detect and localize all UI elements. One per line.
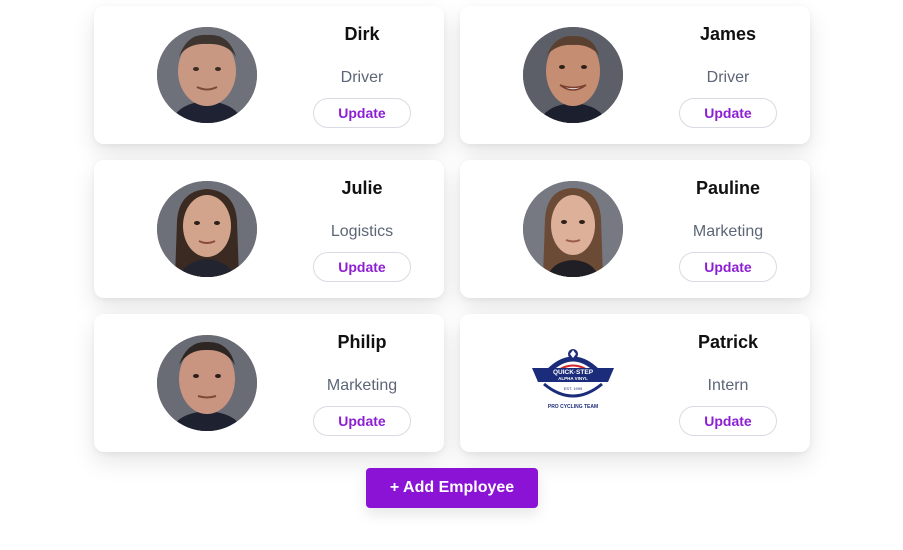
logo-text-est: EST. 1999: [564, 386, 583, 391]
add-employee-button[interactable]: + Add Employee: [366, 468, 538, 508]
employee-card-dirk: Dirk Driver Update: [94, 6, 444, 144]
employee-grid: Dirk Driver Update James Driver Update J…: [94, 6, 810, 452]
employee-info: Julie Logistics Update: [309, 160, 415, 298]
employee-card-philip: Philip Marketing Update: [94, 314, 444, 452]
employee-card-pauline: Pauline Marketing Update: [460, 160, 810, 298]
logo-text-sub: ALPHA VINYL: [558, 376, 588, 381]
update-button[interactable]: Update: [679, 406, 777, 436]
employee-name: Pauline: [695, 178, 761, 198]
employee-avatar: [523, 181, 623, 277]
employee-role: Marketing: [692, 223, 764, 240]
employee-info: Pauline Marketing Update: [675, 160, 781, 298]
employee-role: Marketing: [326, 377, 398, 394]
employee-name: Dirk: [344, 24, 380, 44]
logo-text-main: QUICK·STEP: [553, 369, 594, 376]
employee-role: Driver: [706, 69, 750, 86]
employee-avatar: [157, 181, 257, 277]
employee-name: James: [699, 24, 757, 44]
update-button[interactable]: Update: [313, 98, 411, 128]
employee-name: Philip: [337, 332, 387, 352]
employee-role: Driver: [340, 69, 384, 86]
team-logo: QUICK·STEP ALPHA VINYL EST. 1999 PRO CYC…: [530, 346, 616, 412]
employee-role: Intern: [707, 377, 749, 394]
employee-info: Philip Marketing Update: [309, 314, 415, 452]
employee-info: James Driver Update: [675, 6, 781, 144]
employee-card-julie: Julie Logistics Update: [94, 160, 444, 298]
employee-page: Dirk Driver Update James Driver Update J…: [0, 0, 903, 550]
employee-info: Dirk Driver Update: [309, 6, 415, 144]
update-button[interactable]: Update: [313, 252, 411, 282]
employee-name: Julie: [341, 178, 383, 198]
update-button[interactable]: Update: [313, 406, 411, 436]
employee-card-patrick: QUICK·STEP ALPHA VINYL EST. 1999 PRO CYC…: [460, 314, 810, 452]
logo-text-team: PRO CYCLING TEAM: [548, 404, 598, 410]
employee-avatar: [523, 27, 623, 123]
employee-role: Logistics: [330, 223, 394, 240]
employee-info: Patrick Intern Update: [675, 314, 781, 452]
employee-name: Patrick: [697, 332, 759, 352]
update-button[interactable]: Update: [679, 98, 777, 128]
employee-avatar: [157, 27, 257, 123]
employee-avatar: [157, 335, 257, 431]
update-button[interactable]: Update: [679, 252, 777, 282]
employee-card-james: James Driver Update: [460, 6, 810, 144]
